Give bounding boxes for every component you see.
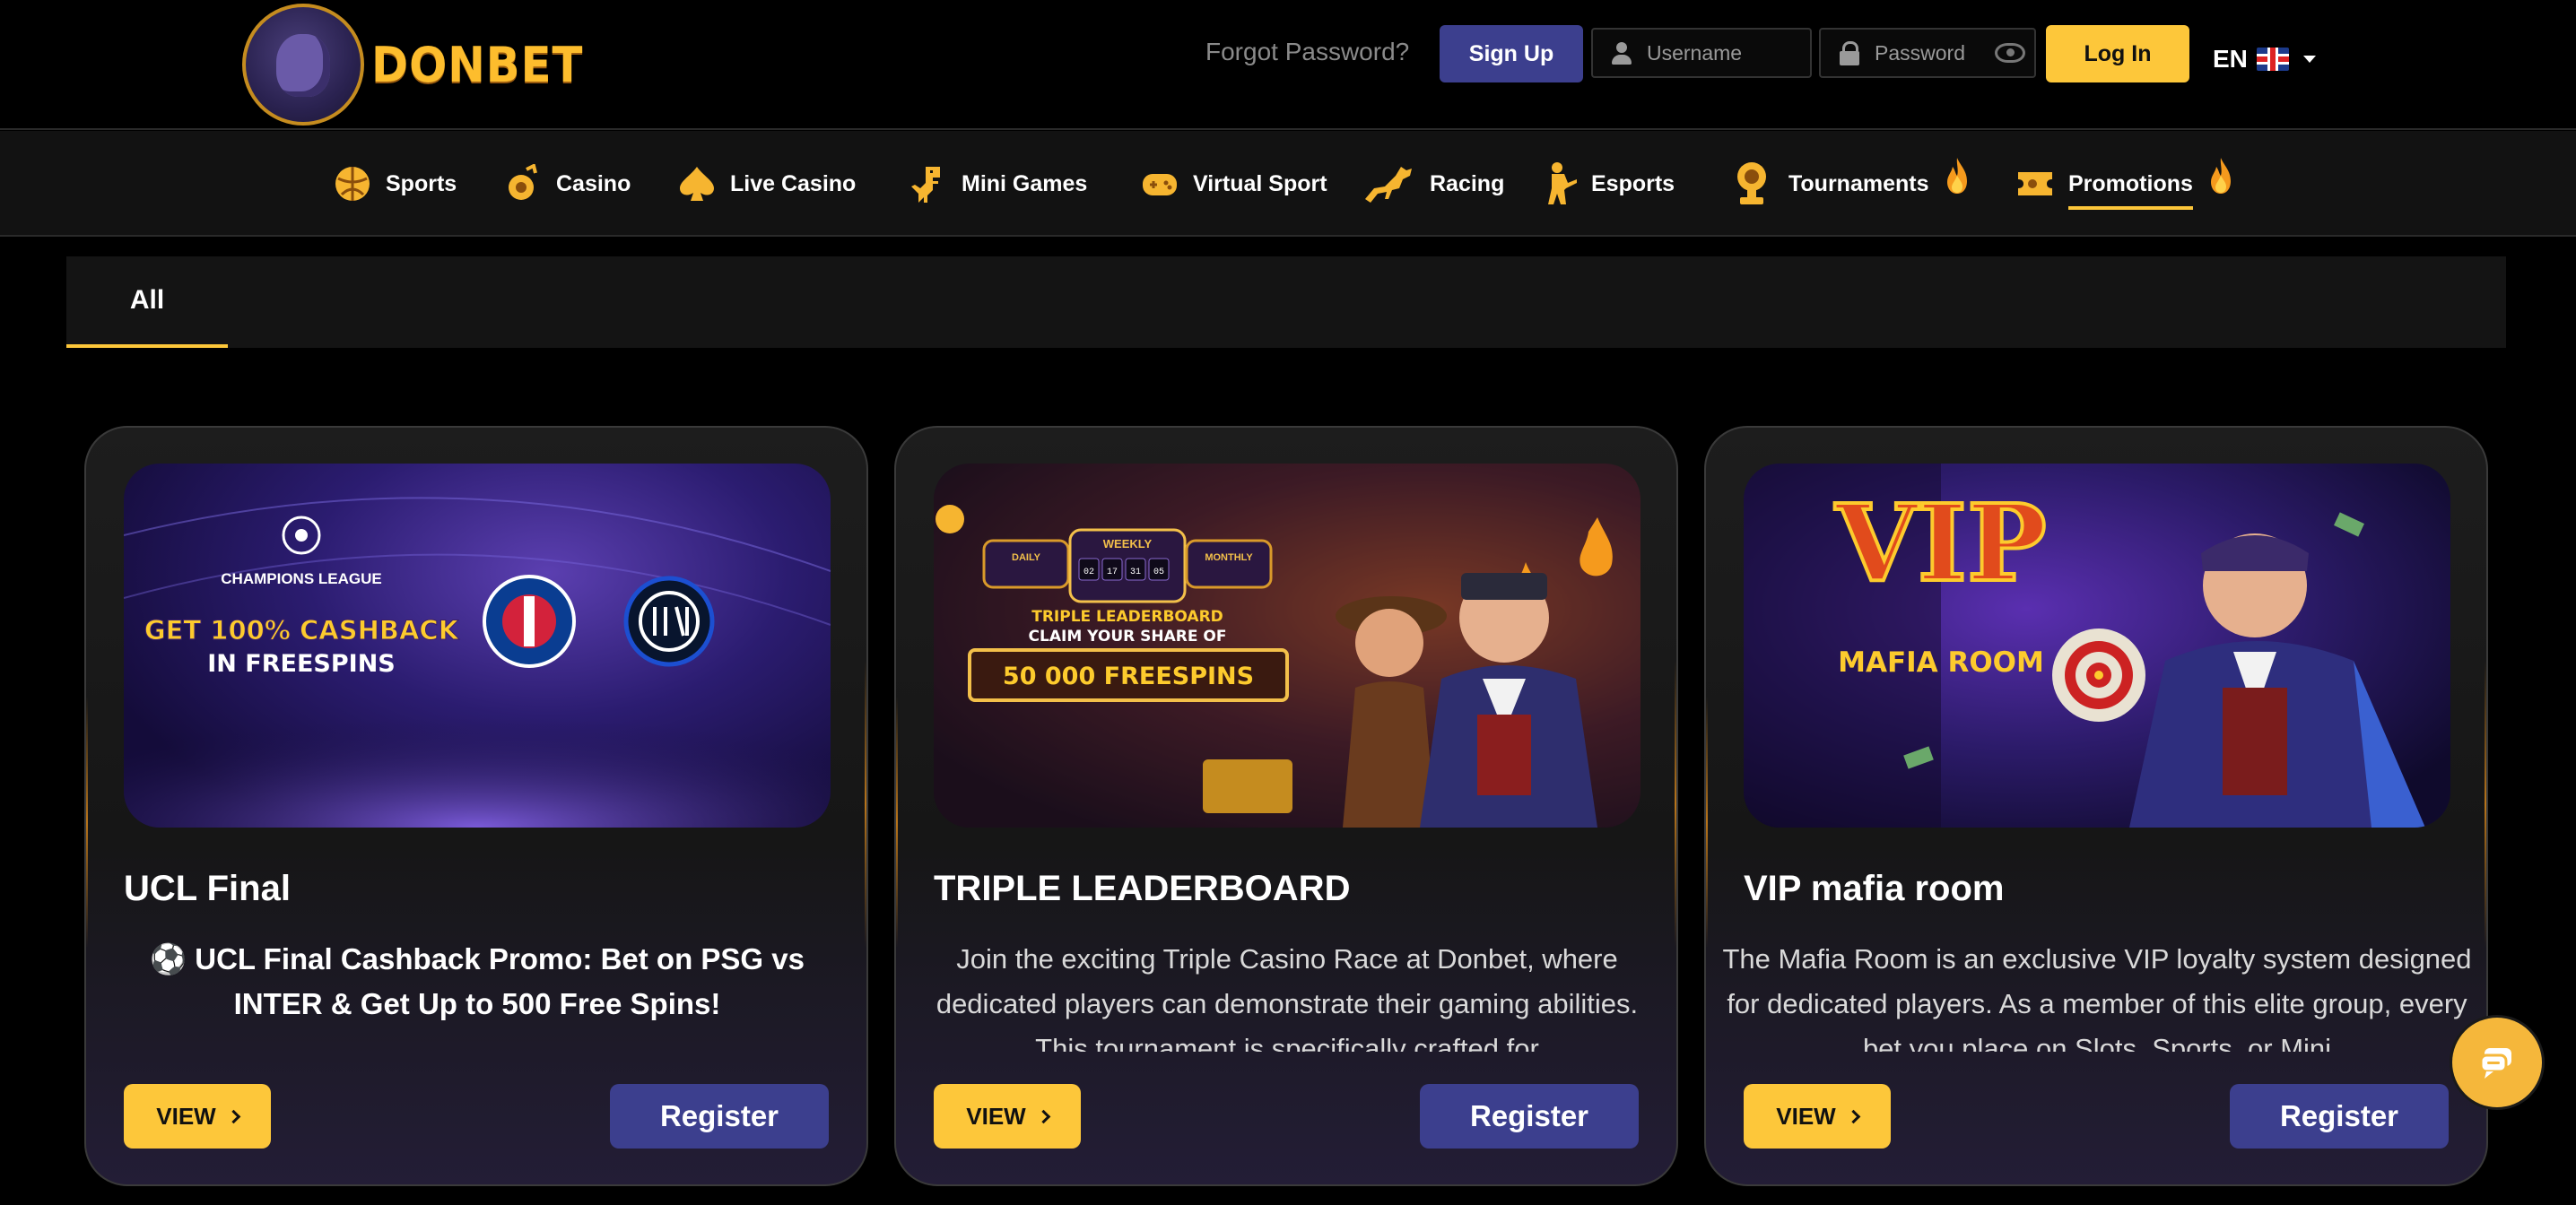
view-button[interactable]: VIEW bbox=[934, 1084, 1081, 1149]
inter-crest-icon bbox=[623, 576, 715, 667]
nav-label: Esports bbox=[1591, 170, 1675, 196]
promo-tabs: All bbox=[66, 256, 2506, 348]
user-icon bbox=[1609, 40, 1634, 65]
daily-label: DAILY bbox=[1012, 552, 1041, 563]
gorilla-mascot-icon bbox=[242, 4, 364, 126]
league-name: CHAMPIONS LEAGUE bbox=[221, 570, 381, 587]
champions-league-star-icon bbox=[282, 516, 321, 555]
nav-label: Racing bbox=[1430, 170, 1505, 196]
promo-card-ucl-final: CHAMPIONS LEAGUE GET 100% CASHBACK IN FR… bbox=[84, 426, 868, 1186]
nav-item-live-casino[interactable]: Live Casino bbox=[676, 158, 856, 210]
mobster-boss-character bbox=[2129, 533, 2425, 828]
weekly-label: WEEKLY bbox=[1103, 537, 1153, 550]
card-title: UCL Final bbox=[124, 869, 291, 908]
view-label: VIEW bbox=[966, 1102, 1026, 1130]
promo-card-vip-mafia-room: VIP MAFIA ROOM VIP mafia room The Mafia … bbox=[1704, 426, 2488, 1186]
nav-item-casino[interactable]: Casino bbox=[502, 158, 631, 210]
card-description: ⚽ UCL Final Cashback Promo: Bet on PSG v… bbox=[150, 942, 805, 1020]
nav-item-esports[interactable]: Esports bbox=[1537, 158, 1675, 210]
fire-hot-icon bbox=[1946, 158, 1967, 194]
eye-icon[interactable] bbox=[1995, 43, 2025, 63]
register-button[interactable]: Register bbox=[610, 1084, 829, 1149]
caret-down-icon bbox=[2302, 56, 2316, 63]
sports-ball-icon bbox=[332, 163, 373, 204]
nav-item-promotions[interactable]: Promotions bbox=[2015, 158, 2232, 210]
banner-line2: CLAIM YOUR SHARE OF bbox=[1029, 628, 1227, 646]
mafia-room-text: MAFIA ROOM bbox=[1838, 646, 2044, 679]
tab-all[interactable]: All bbox=[66, 256, 228, 348]
register-button[interactable]: Register bbox=[1420, 1084, 1639, 1149]
trophy-icon bbox=[1727, 162, 1776, 204]
nav-item-racing[interactable]: Racing bbox=[1362, 158, 1504, 210]
promo-card-triple-leaderboard: DAILY WEEKLY MONTHLY 02 17 31 05 TRIPLE … bbox=[894, 426, 1678, 1186]
card-description: Join the exciting Triple Casino Race at … bbox=[936, 943, 1639, 1052]
nav-label: Mini Games bbox=[962, 170, 1088, 196]
chevron-right-icon bbox=[226, 1109, 240, 1123]
card-title: TRIPLE LEADERBOARD bbox=[934, 869, 1351, 908]
ucl-final-banner[interactable]: CHAMPIONS LEAGUE GET 100% CASHBACK IN FR… bbox=[124, 464, 831, 828]
card-title: VIP mafia room bbox=[1744, 869, 2005, 908]
password-placeholder: Password bbox=[1875, 40, 1965, 65]
sign-up-button[interactable]: Sign Up bbox=[1440, 25, 1583, 82]
forgot-password-link[interactable]: Forgot Password? bbox=[1205, 38, 1409, 66]
view-label: VIEW bbox=[156, 1102, 216, 1130]
timer-hours: 17 bbox=[1107, 568, 1118, 577]
password-field[interactable]: Password bbox=[1819, 28, 2036, 78]
target-icon bbox=[2052, 629, 2145, 722]
donbet-logo[interactable]: DONBET bbox=[242, 2, 602, 127]
fire-hot-icon bbox=[2210, 158, 2231, 194]
view-button[interactable]: VIEW bbox=[124, 1084, 271, 1149]
nav-label: Virtual Sport bbox=[1193, 170, 1327, 196]
nav-label: Promotions bbox=[2068, 171, 2193, 210]
nav-label: Live Casino bbox=[730, 170, 857, 196]
casino-chip-icon bbox=[502, 163, 544, 204]
monthly-label: MONTHLY bbox=[1205, 552, 1253, 563]
language-code: EN bbox=[2213, 45, 2248, 73]
main-nav: Sports Casino Live Casino Mini Games Vir… bbox=[0, 131, 2576, 237]
banner-line2: IN FREESPINS bbox=[207, 650, 396, 678]
vip-mafia-room-banner[interactable]: VIP MAFIA ROOM bbox=[1744, 464, 2450, 828]
nav-label: Sports bbox=[386, 170, 457, 196]
register-button[interactable]: Register bbox=[2230, 1084, 2449, 1149]
live-chat-button[interactable] bbox=[2452, 1018, 2542, 1107]
nav-item-tournaments[interactable]: Tournaments bbox=[1727, 158, 1969, 210]
timer-seconds: 05 bbox=[1153, 568, 1164, 577]
ticket-icon bbox=[2015, 163, 2056, 204]
nav-item-virtual-sport[interactable]: Virtual Sport bbox=[1139, 158, 1327, 210]
nav-label: Tournaments bbox=[1788, 170, 1929, 196]
lock-icon bbox=[1837, 40, 1862, 65]
chat-bubble-icon bbox=[2479, 1048, 2511, 1079]
brand-name: DONBET bbox=[371, 36, 584, 93]
banner-line1: GET 100% CASHBACK bbox=[144, 615, 460, 646]
gamepad-icon bbox=[1139, 163, 1180, 204]
timer-minutes: 31 bbox=[1130, 568, 1141, 577]
banner-prize: 50 000 FREESPINS bbox=[1003, 663, 1254, 690]
triple-leaderboard-banner[interactable]: DAILY WEEKLY MONTHLY 02 17 31 05 TRIPLE … bbox=[934, 464, 1640, 828]
nav-item-mini-games[interactable]: Mini Games bbox=[908, 158, 1087, 210]
banner-line1: TRIPLE LEADERBOARD bbox=[1031, 608, 1223, 626]
nav-item-sports[interactable]: Sports bbox=[332, 158, 457, 210]
card-description: The Mafia Room is an exclusive VIP loyal… bbox=[1722, 943, 2472, 1052]
username-placeholder: Username bbox=[1647, 40, 1743, 65]
dino-icon bbox=[908, 163, 949, 204]
top-header: DONBET Forgot Password? Sign Up Username… bbox=[0, 0, 2576, 130]
vip-text: VIP bbox=[1834, 481, 2046, 605]
timer-days: 02 bbox=[1083, 568, 1094, 577]
log-in-button[interactable]: Log In bbox=[2046, 25, 2189, 82]
psg-crest-icon bbox=[483, 575, 576, 668]
horse-icon bbox=[1362, 163, 1417, 204]
language-selector[interactable]: EN bbox=[2213, 45, 2316, 74]
view-label: VIEW bbox=[1776, 1102, 1836, 1130]
soldier-icon bbox=[1537, 162, 1579, 204]
username-field[interactable]: Username bbox=[1591, 28, 1812, 78]
uk-flag-icon bbox=[2256, 48, 2289, 71]
chevron-right-icon bbox=[1846, 1109, 1860, 1123]
view-button[interactable]: VIEW bbox=[1744, 1084, 1891, 1149]
nav-label: Casino bbox=[556, 170, 631, 196]
chevron-right-icon bbox=[1036, 1109, 1050, 1123]
spade-icon bbox=[676, 163, 718, 204]
